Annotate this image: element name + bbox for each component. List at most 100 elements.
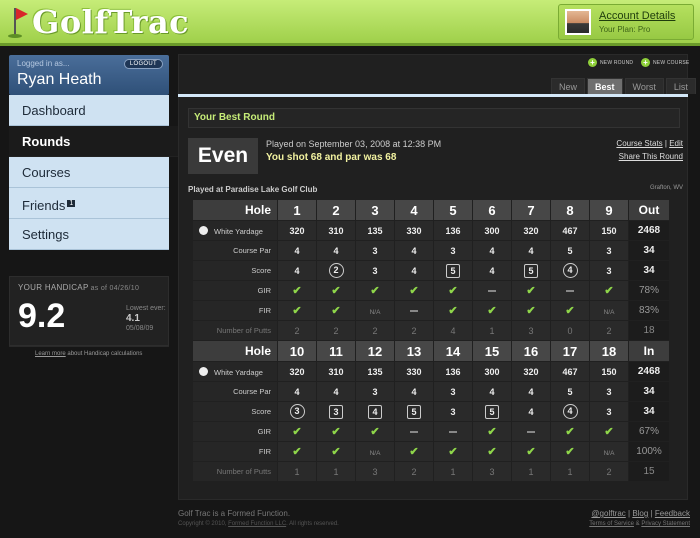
row-label-text: Hole [244, 203, 271, 217]
footer-tagline: Golf Trac is a Formed Function. [178, 509, 291, 518]
score-cell: 4 [551, 402, 589, 421]
score-cell: 5 [473, 402, 511, 421]
score-cell: 9 [590, 200, 628, 220]
logout-button[interactable]: LOGOUT [123, 59, 163, 69]
checkmark-icon: ✔ [292, 285, 302, 297]
putts-row-label: Number of Putts [193, 321, 277, 340]
score-cell: 5 [434, 261, 472, 280]
score-cell: 4 [317, 241, 355, 260]
bogey-square: 4 [368, 404, 382, 419]
edit-link[interactable]: Edit [669, 139, 683, 148]
score-cell: ✔ [278, 422, 316, 441]
score-cell [551, 281, 589, 300]
tab-best[interactable]: Best [587, 78, 623, 94]
sidebar-item-label: Courses [22, 165, 71, 180]
footer-links: @golftrac | Blog | Feedback [591, 509, 690, 518]
score-cell: 5 [395, 402, 433, 421]
course-stats-link[interactable]: Course Stats [616, 139, 662, 148]
feedback-link[interactable]: Feedback [655, 509, 690, 518]
score-cell: 330 [395, 221, 433, 240]
fir-row-label: FIR [193, 301, 277, 320]
checkmark-icon: ✔ [292, 426, 302, 438]
tab-worst[interactable]: Worst [624, 78, 664, 94]
score-cell: 3 [434, 382, 472, 401]
score-cell: ✔ [278, 281, 316, 300]
sidebar-item-label: Settings [22, 227, 69, 242]
privacy-link[interactable]: Privacy Statement [641, 521, 690, 527]
par-row: Course Par 4 4 3 4 3 4 4 5 3 34 [193, 382, 669, 401]
par-row-total: 34 [629, 241, 669, 260]
checkmark-icon: ✔ [409, 285, 419, 297]
new-course-button[interactable]: + NEW COURSE [641, 58, 689, 67]
score-cell: 4 [512, 382, 550, 401]
score-cell: 10 [278, 341, 316, 361]
birdie-circle: 4 [562, 404, 578, 419]
checkmark-icon: ✔ [331, 446, 341, 458]
putts-row: Number of Putts 2 2 2 2 4 1 3 0 2 18 [193, 321, 669, 340]
golf-flag-icon [8, 4, 30, 40]
score-cell: 4 [473, 261, 511, 280]
golftrac-logo[interactable]: GolfTrac [8, 2, 189, 42]
score-cell: ✔ [551, 301, 589, 320]
dash-icon [410, 310, 418, 313]
score-cell: 467 [551, 221, 589, 240]
score-cell: 4 [551, 261, 589, 280]
blog-link[interactable]: Blog [632, 509, 648, 518]
checkmark-icon: ✔ [448, 305, 458, 317]
score-cell: 4 [395, 241, 433, 260]
yardage-row: White Yardage 320 310 135 330 136 300 320 467 150… [193, 362, 669, 381]
not-applicable: N/A [603, 308, 615, 316]
tab-list[interactable]: List [665, 78, 696, 94]
handicap-value: 9.2 [18, 297, 66, 335]
terms-link[interactable]: Terms of Service [589, 521, 634, 527]
account-details-link[interactable]: Account Details [599, 10, 675, 22]
score-cell: 150 [590, 362, 628, 381]
tee-radio[interactable] [199, 366, 208, 376]
checkmark-icon: ✔ [370, 426, 380, 438]
sidebar-item-friends[interactable]: Friends 1 [9, 188, 169, 219]
sidebar-item-rounds[interactable]: Rounds [9, 126, 187, 157]
sidebar-item-dashboard[interactable]: Dashboard [9, 95, 169, 126]
lowest-ever-date: 05/08/09 [126, 325, 154, 332]
hole-row-label: Hole [193, 341, 277, 361]
share-round-link[interactable]: Share This Round [619, 152, 683, 161]
score-cell: 300 [473, 221, 511, 240]
fir-row: FIR ✔ ✔ N/A ✔ ✔ ✔ ✔ N/A 83% [193, 301, 669, 320]
avatar[interactable] [565, 9, 591, 35]
birdie-circle: 2 [328, 263, 344, 278]
logged-in-label: Logged in as... [17, 59, 70, 68]
row-label-text: Number of Putts [216, 467, 271, 476]
score-row-total: 34 [629, 261, 669, 280]
account-box: Account Details Your Plan: Pro [558, 4, 694, 40]
learn-more-link[interactable]: Learn more [35, 351, 66, 357]
score-cell: 135 [356, 221, 394, 240]
score-cell: 3 [434, 402, 472, 421]
score-cell: N/A [590, 301, 628, 320]
score-cell: 1 [473, 321, 511, 340]
tab-new[interactable]: New [551, 78, 586, 94]
score-cell: 3 [356, 382, 394, 401]
checkmark-icon: ✔ [526, 285, 536, 297]
score-cell: 6 [473, 200, 511, 220]
score-cell: 136 [434, 362, 472, 381]
tee-radio[interactable] [199, 225, 208, 235]
row-label-text: White Yardage [214, 367, 263, 377]
score-value: 3 [606, 265, 612, 276]
score-cell: 3 [590, 402, 628, 421]
sidebar-item-courses[interactable]: Courses [9, 157, 169, 188]
putts-row-label: Number of Putts [193, 462, 277, 481]
user-box: Logged in as... LOGOUT Ryan Heath [9, 55, 169, 95]
score-cell: 7 [512, 200, 550, 220]
score-cell: ✔ [473, 422, 511, 441]
row-label-text: FIR [258, 306, 271, 315]
par-row: Course Par 4 4 3 4 3 4 4 5 3 34 [193, 241, 669, 260]
not-applicable: N/A [369, 308, 381, 316]
checkmark-icon: ✔ [565, 446, 575, 458]
formed-function-link[interactable]: Formed Function LLC [228, 521, 286, 527]
score-cell: N/A [590, 442, 628, 461]
score-cell: 330 [395, 362, 433, 381]
logo-text: GolfTrac [32, 3, 190, 41]
twitter-link[interactable]: @golftrac [591, 509, 625, 518]
new-round-button[interactable]: + NEW ROUND [588, 58, 633, 67]
sidebar-item-settings[interactable]: Settings [9, 219, 169, 250]
